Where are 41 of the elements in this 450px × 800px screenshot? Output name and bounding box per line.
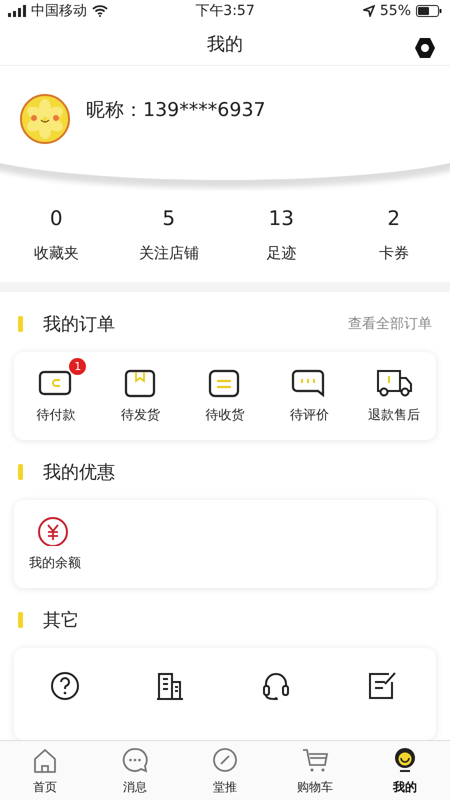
menu-item[interactable]: 1 待付款	[14, 356, 98, 424]
stat-label[interactable]: 收藏夹	[34, 244, 79, 263]
location-icon	[362, 5, 375, 18]
count-badge: 1	[69, 358, 86, 375]
tab-item[interactable]: 堂推	[180, 741, 270, 800]
section-marker	[18, 464, 23, 480]
settings-icon[interactable]	[414, 37, 436, 60]
tab-item[interactable]: 消息	[90, 741, 180, 800]
section-marker	[18, 316, 23, 332]
view-all-link[interactable]: 查看全部订单	[348, 315, 432, 333]
menu-item[interactable]: 待收货	[182, 356, 268, 424]
truck-icon	[376, 368, 412, 398]
status-time: 下午3:57	[195, 2, 255, 20]
avatar[interactable]	[20, 94, 70, 144]
section-title: 我的优惠	[43, 461, 116, 484]
section-marker	[18, 612, 23, 628]
compass-icon	[211, 746, 239, 774]
stat-label[interactable]: 关注店铺	[138, 244, 199, 263]
menu-item[interactable]: 退款售后	[352, 356, 436, 424]
menu-item[interactable]: 待发货	[98, 356, 183, 424]
menu-item[interactable]: 我的余额	[14, 504, 96, 572]
stat-count: 5	[162, 206, 176, 230]
carrier-name: 中国移动	[31, 2, 87, 20]
tab-item[interactable]: 首页	[0, 741, 90, 800]
wifi-icon	[92, 5, 108, 18]
signal-icon	[8, 5, 26, 18]
chat-icon	[121, 746, 149, 774]
stat-label[interactable]: 卡券	[378, 244, 409, 263]
tab-item[interactable]: 购物车	[270, 741, 360, 800]
section-title: 我的订单	[43, 313, 116, 336]
tab-item[interactable]: 我的	[360, 741, 450, 800]
stat-count: 0	[50, 206, 63, 230]
battery-icon	[416, 5, 442, 18]
stat-count: 2	[387, 206, 400, 230]
stat-count: 13	[268, 206, 294, 230]
battery-percent: 55%	[380, 3, 412, 20]
stat-label[interactable]: 足迹	[266, 244, 296, 263]
menu-item[interactable]: 待评价	[267, 356, 352, 424]
section-title: 其它	[43, 609, 80, 632]
page-title: 我的	[207, 32, 243, 56]
nickname: 昵称：139****6937	[86, 98, 266, 124]
